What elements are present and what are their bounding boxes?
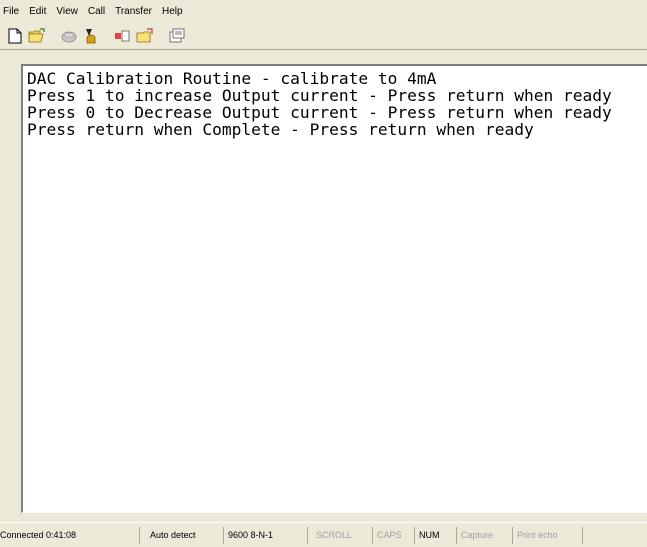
toolbar [0,22,647,50]
receive-file-icon [136,27,153,42]
terminal-line: Press 1 to increase Output current - Pre… [27,86,612,105]
dial-handset-icon [86,28,96,43]
menu-call[interactable]: Call [83,6,110,17]
disconnect-button[interactable] [59,26,79,46]
status-scroll: SCROLL [308,526,373,544]
terminal-line: Press return when Complete - Press retur… [27,120,534,139]
status-port-settings: 9600 8-N-1 [224,526,308,544]
properties-button[interactable] [167,26,187,46]
status-caps: CAPS [373,526,415,544]
status-print-echo: Print echo [513,526,583,544]
status-capture: Capture [457,526,513,544]
menu-file[interactable]: File [0,6,24,17]
new-connection-button[interactable] [5,26,25,46]
properties-icon [169,28,185,42]
send-file-icon [115,30,130,41]
terminal-output: DAC Calibration Routine - calibrate to 4… [27,70,612,138]
status-bar: Connected 0:41:08 Auto detect 9600 8-N-1… [0,522,647,547]
menu-edit[interactable]: Edit [24,6,51,17]
status-num: NUM [415,526,457,544]
new-document-icon [8,28,22,43]
menu-help[interactable]: Help [157,6,188,17]
menu-bar: File Edit View Call Transfer Help [0,0,647,22]
terminal-line: DAC Calibration Routine - calibrate to 4… [27,69,437,88]
menu-transfer[interactable]: Transfer [110,6,157,17]
status-auto-detect: Auto detect [140,526,224,544]
receive-button[interactable] [135,26,155,46]
terminal-screen[interactable]: DAC Calibration Routine - calibrate to 4… [21,64,647,513]
open-button[interactable] [27,26,47,46]
phone-icon [61,31,77,42]
status-connected-time: Connected 0:41:08 [0,526,140,544]
folder-open-icon [28,27,45,42]
dial-button[interactable] [81,26,101,46]
menu-view[interactable]: View [51,6,83,17]
terminal-line: Press 0 to Decrease Output current - Pre… [27,103,612,122]
send-button[interactable] [113,26,133,46]
